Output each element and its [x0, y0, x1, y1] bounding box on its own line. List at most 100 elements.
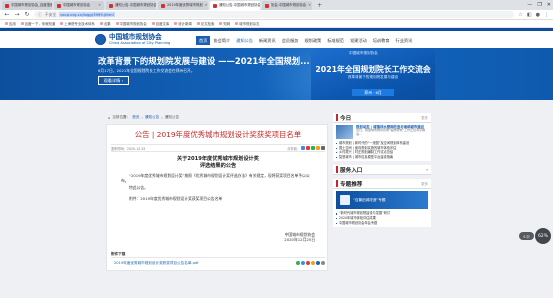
section-marker — [336, 166, 338, 174]
tab-favicon-icon — [213, 3, 217, 8]
nav-item-home[interactable]: 首页 — [196, 36, 211, 45]
signature-date: 2020年12月25日 — [284, 237, 315, 242]
close-window-button[interactable]: ✕ — [547, 0, 551, 10]
browser-tab-active[interactable]: 通知公告-中国城市规划协会✕ — [210, 1, 260, 10]
hero-title[interactable]: 改革背景下的规划院发展与建设 ——2021年全国规划... — [98, 55, 310, 67]
tab-favicon-icon — [265, 3, 269, 8]
logo-seal-icon — [95, 34, 106, 45]
bookmark-item[interactable]: 中国城市规划协会 — [115, 21, 147, 26]
lead-news[interactable]: 规划动态 | 城镇排水管网改造与海绵城市建设 近日，我国城市排水管网“提质增效”… — [336, 125, 428, 139]
share-qq-icon[interactable] — [301, 261, 305, 265]
address-bar[interactable]: ⓘ 不安全 cacp.org.cn/tzgg/3999.jhtml — [34, 11, 515, 18]
section-marker — [336, 114, 338, 121]
close-icon[interactable]: ✕ — [205, 1, 208, 10]
article-meta: 发布时间：2020-12-25 分享到： — [111, 144, 325, 152]
ime-indicator[interactable]: S 中 — [519, 232, 534, 240]
profile-icon[interactable]: ● — [536, 12, 540, 18]
tab-label: 通知公告-中国城市规划协会 — [115, 3, 156, 7]
more-link[interactable]: 更多 — [421, 115, 431, 120]
more-link[interactable]: 更多 — [421, 181, 431, 186]
topic-box: “百篇旧城改造”专题 “新时代城市规划院建设与发展”研讨 2020年城市体检评估… — [333, 189, 431, 228]
bookmark-item[interactable]: 知网 — [219, 21, 230, 26]
nav-item[interactable]: 行业资讯 — [393, 36, 416, 45]
hero-banner: 改革背景下的规划院发展与建设 ——2021年全国规划... 6月17日，2021… — [0, 48, 553, 100]
share-weibo-icon[interactable] — [306, 146, 310, 150]
today-title: 今日 — [340, 115, 352, 122]
share-qzone-icon[interactable] — [316, 146, 320, 150]
logo-name: 中国城市规划协会 — [109, 33, 162, 41]
bookmark-item[interactable]: 百度一下，你就知道 — [20, 21, 55, 26]
menu-dots-icon[interactable]: ⋮ — [544, 12, 549, 18]
bookmark-item[interactable]: 合集 — [99, 21, 111, 26]
forward-arrow-icon[interactable]: → — [14, 11, 20, 18]
nav-item[interactable]: 协会简介 — [210, 36, 233, 45]
nav-item[interactable]: 新闻资讯 — [256, 36, 279, 45]
browser-tab[interactable]: 通知公告-中国城市规划协会✕ — [106, 1, 156, 10]
tab-label: 2019年度优秀城市规划 — [167, 3, 203, 7]
topic-list: “新时代城市规划院建设与发展”研讨 2020年城市体检评估成果 中国城市规划协会… — [336, 211, 428, 225]
share-weibo-icon[interactable] — [306, 261, 310, 265]
nav-item[interactable]: 会员服务 — [279, 36, 302, 45]
bookmark-item[interactable]: 城市规划杂志 — [235, 21, 260, 26]
bookmark-icon — [99, 22, 103, 25]
topic-header: 专题推荐 更多 — [333, 179, 431, 190]
minimize-button[interactable]: — — [527, 0, 532, 10]
share-wechat-icon[interactable] — [296, 261, 300, 265]
breadcrumb-section[interactable]: 通知公告 — [145, 115, 159, 120]
list-item[interactable]: 中国城市规划协会年会专题 — [336, 221, 428, 226]
site-logo[interactable]: 中国城市规划协会 China Association of City Plann… — [95, 34, 170, 45]
bookmark-item[interactable]: 论文检索 — [196, 21, 214, 26]
performance-widget[interactable]: 62% — [535, 228, 551, 244]
share-qq-icon[interactable] — [301, 146, 305, 150]
close-icon[interactable]: ✕ — [98, 1, 101, 10]
breadcrumb-sep: › — [161, 115, 163, 120]
list-item[interactable]: 智慧城市 | 城市信息模型平台建设指南 — [336, 155, 428, 160]
card-title: 2021年全国规划院长工作交流会 — [315, 65, 431, 74]
browser-tab[interactable]: 中国城市规划协会 ✕ — [54, 1, 104, 10]
bookmark-item[interactable]: 百度文库 — [151, 21, 169, 26]
card-button[interactable]: 郑州 · 6月 — [352, 89, 394, 96]
hero-detail-button[interactable]: 观看详情 › — [98, 76, 129, 85]
conference-banner-card[interactable]: 中国城市规划协会 2021年全国规划院长工作交流会 改革背景下的规划院发展与建设… — [311, 48, 435, 100]
bookmark-icon — [196, 22, 200, 25]
nav-item[interactable]: 标准规范 — [324, 36, 347, 45]
tab-label: 中国城市规划协会 — [63, 3, 91, 7]
bookmark-icon — [20, 22, 24, 25]
topic-promo[interactable]: “百篇旧城改造”专题 — [336, 191, 428, 210]
share-more-icon[interactable] — [321, 261, 325, 265]
maximize-button[interactable]: ❐ — [537, 0, 541, 10]
share-douban-icon[interactable] — [316, 261, 320, 265]
breadcrumb-sep: › — [141, 115, 143, 120]
attachment-link[interactable]: 2019年度优秀城市规划设计奖获奖项目公告名单.pdf — [114, 261, 198, 266]
browser-tab[interactable]: 协会-中国城市规划协会 ✕ — [262, 1, 312, 10]
extensions-icon[interactable]: ◧ — [527, 12, 532, 18]
bookmark-item[interactable]: 设计新闻 — [174, 21, 192, 26]
share-qzone-icon[interactable] — [311, 261, 315, 265]
back-arrow-icon[interactable]: ← — [4, 11, 10, 18]
document-heading: 关于2019年度优秀城市规划设计奖 评选结果的公告 — [107, 156, 329, 169]
bookmark-item[interactable]: 应用 — [5, 21, 16, 26]
bookmark-item[interactable]: 上海院专业技术体系 — [60, 21, 95, 26]
reload-icon[interactable]: ↻ — [24, 11, 30, 18]
tab-label: 通知公告-中国城市规划协会 — [219, 3, 260, 7]
nav-item[interactable]: 规划政策 — [301, 36, 324, 45]
nav-item-notices[interactable]: 通知公告 — [233, 36, 256, 45]
star-icon[interactable]: ☆ — [518, 12, 522, 18]
nav-item[interactable]: 培训教育 — [370, 36, 393, 45]
tab-label: 协会-中国城市规划协会 — [271, 3, 307, 7]
url-text[interactable]: cacp.org.cn/tzgg/3999.jhtml — [59, 12, 115, 17]
bookmark-icon — [235, 22, 239, 25]
share-more-icon[interactable] — [321, 146, 325, 150]
nav-item[interactable]: 党建活动 — [347, 36, 370, 45]
close-icon[interactable]: ✕ — [308, 1, 311, 10]
publish-date: 发布时间：2020-12-25 — [111, 146, 146, 151]
share-wechat-icon[interactable] — [311, 146, 315, 150]
new-tab-button[interactable]: + — [314, 1, 325, 10]
chevron-down-icon[interactable]: ▾ — [426, 168, 431, 172]
service-header[interactable]: 服务入口 ▾ — [333, 165, 431, 176]
browser-tab[interactable]: 2019年度优秀城市规划 ✕ — [158, 1, 208, 10]
topic-title: 专题推荐 — [340, 181, 363, 188]
browser-tab[interactable]: 中国城市规划协会_百度搜索✕ — [2, 1, 52, 10]
breadcrumb-home[interactable]: 首页 — [132, 115, 139, 120]
document-heading-line2: 评选结果的公告 — [199, 162, 237, 169]
